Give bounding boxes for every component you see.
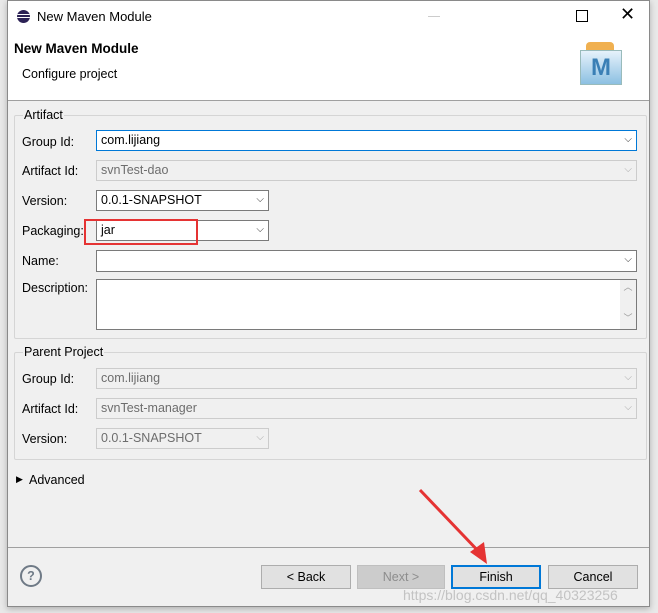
red-arrow-annotation — [418, 488, 487, 564]
